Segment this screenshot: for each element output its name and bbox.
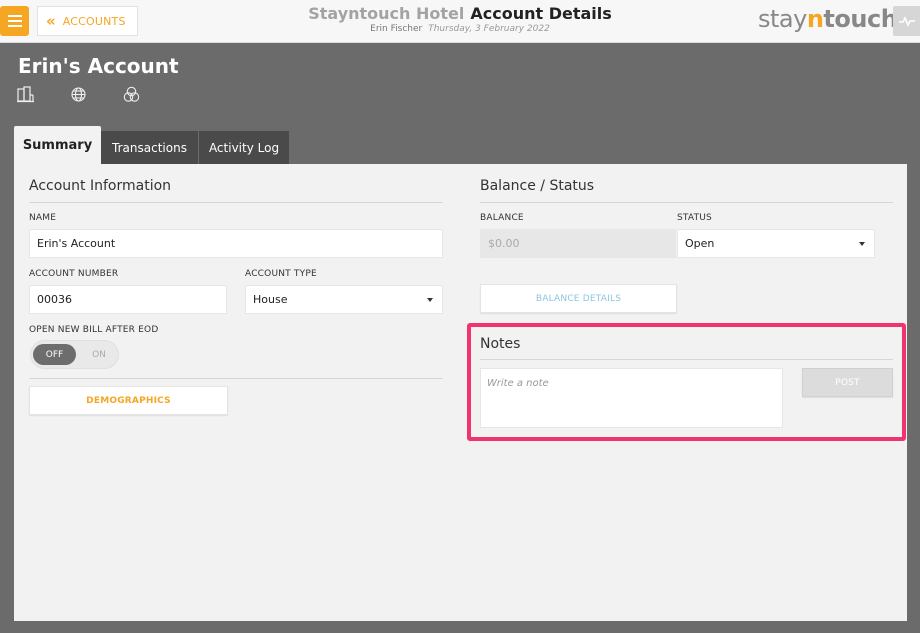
status-value: Open [685,237,715,250]
divider [480,202,893,203]
account-number-field[interactable]: 00036 [29,285,227,314]
account-type-label: ACCOUNT TYPE [245,269,317,279]
account-type-select[interactable]: House [245,285,443,314]
double-chevron-left-icon: « [46,11,56,30]
divider [480,359,893,360]
menu-button[interactable] [0,6,29,36]
name-label: NAME [29,213,57,223]
account-number-label: ACCOUNT NUMBER [29,269,119,279]
tab-transactions[interactable]: Transactions [101,131,198,164]
divider [29,202,443,203]
pulse-icon [898,16,915,27]
status-label: STATUS [677,213,712,223]
pulse-button[interactable] [893,6,920,36]
demographics-button[interactable]: DEMOGRAPHICS [29,386,228,415]
account-title: Erin's Account [18,54,179,78]
note-input[interactable] [480,368,783,428]
hotel-name: Stayntouch Hotel [308,4,465,23]
divider [29,378,443,379]
circles-icon[interactable] [123,86,140,103]
toggle-on-option: ON [92,349,106,360]
balance-field: $0.00 [480,229,676,258]
open-new-bill-toggle[interactable]: OFF ON [30,340,119,369]
balance-status-title: Balance / Status [480,178,595,194]
account-icon-row [17,86,140,103]
tab-summary[interactable]: Summary [14,126,101,164]
back-button-label: ACCOUNTS [62,14,126,28]
header-titles: Stayntouch Hotel Account Details Erin Fis… [300,4,620,34]
status-select[interactable]: Open [677,229,875,258]
user-name: Erin Fischer [370,24,423,34]
account-name-field[interactable]: Erin's Account [29,229,443,258]
toggle-off-option: OFF [33,344,76,365]
balance-label: BALANCE [480,213,524,223]
account-type-value: House [253,293,288,306]
post-button[interactable]: POST [802,368,893,397]
tab-activity-log[interactable]: Activity Log [199,131,289,164]
balance-details-button[interactable]: BALANCE DETAILS [480,284,677,313]
caret-down-icon [859,242,865,246]
notes-title: Notes [480,336,521,352]
accounts-back-button[interactable]: « ACCOUNTS [37,6,138,36]
top-bar: « ACCOUNTS Stayntouch Hotel Account Detai… [0,0,920,43]
caret-down-icon [427,298,433,302]
building-icon[interactable] [17,86,34,103]
open-new-bill-label: OPEN NEW BILL AFTER EOD [29,325,159,335]
hamburger-icon [7,15,22,17]
page-title: Account Details [470,4,612,23]
account-information-title: Account Information [29,178,172,194]
stayntouch-logo: stayntouch [758,5,898,33]
globe-icon[interactable] [70,86,87,103]
business-date: Thursday, 3 February 2022 [428,24,550,34]
